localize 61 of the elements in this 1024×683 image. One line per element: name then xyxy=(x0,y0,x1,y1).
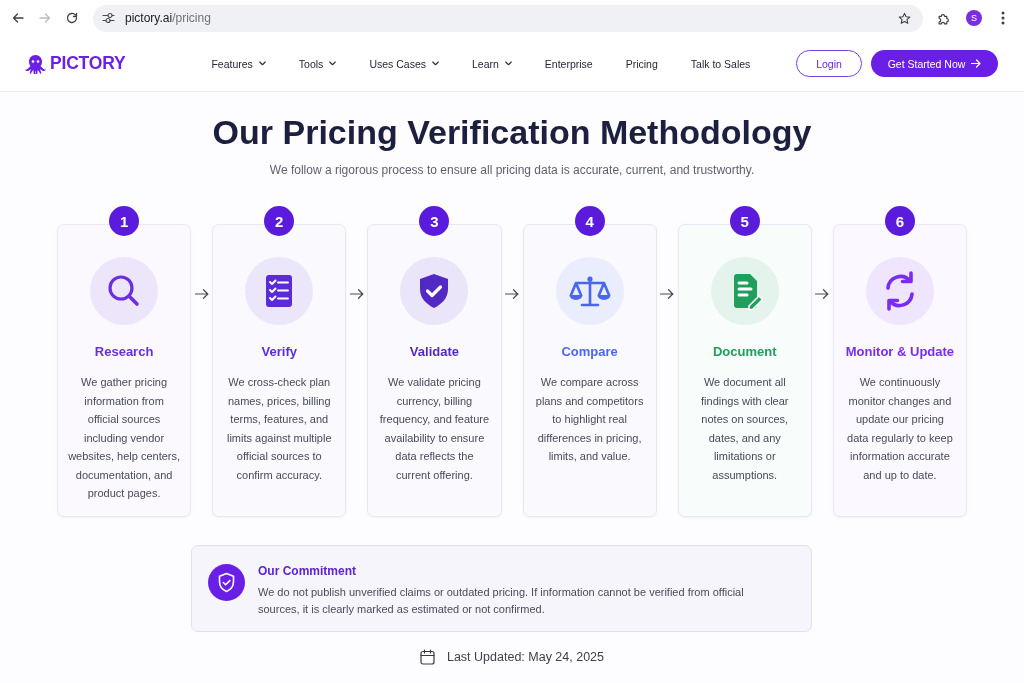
step-description: We continuously monitor changes and update our pricing data regularly to keep information accurate and up to date. xyxy=(846,375,954,483)
shield-check-icon xyxy=(208,564,245,601)
arrow-right-icon xyxy=(349,289,364,299)
login-button[interactable]: Login xyxy=(796,50,862,77)
page-subtitle: We follow a rigorous process to ensure all pricing data is accurate, current, and trustworthy. xyxy=(269,162,755,179)
nav-link[interactable]: Talk to Sales xyxy=(690,57,751,70)
step-number-badge: 6 xyxy=(884,206,915,236)
nav-link[interactable]: Uses Cases xyxy=(369,57,439,70)
step-description: We compare across plans and competitors to highlight real differences in pricing, limits, and value. xyxy=(534,375,645,464)
sync-arrows-icon xyxy=(865,257,934,325)
arrow-right-icon xyxy=(194,289,209,299)
commitment-title: Our Commitment xyxy=(258,563,357,579)
step-number-badge: 2 xyxy=(264,206,295,236)
address-bar[interactable]: pictory.ai/pricing xyxy=(93,4,923,32)
step-description: We gather pricing information from official sources including vendor websites, help centers, documentation, and product pages. xyxy=(68,375,181,501)
step-description: We cross-check plan names, prices, billing terms, features, and limits against multiple official sources to confirm accuracy. xyxy=(226,375,333,483)
nav-link[interactable]: Tools xyxy=(298,57,337,70)
chevron-down-icon xyxy=(329,61,337,66)
logo-text[interactable]: PICTORY xyxy=(50,53,126,74)
nav-link[interactable]: Pricing xyxy=(625,57,658,70)
reload-icon[interactable] xyxy=(66,12,78,24)
get-started-button[interactable]: Get Started Now xyxy=(871,50,998,77)
step-title: Compare xyxy=(561,343,618,361)
step-number-badge: 3 xyxy=(419,206,450,236)
step-title: Document xyxy=(713,343,777,361)
arrow-right-icon xyxy=(505,289,519,299)
commitment-text: We do not publish unverified claims or outdated pricing. If information cannot be verified from official sources, it is clearly marked as estimated or not confirmed. xyxy=(258,585,745,617)
nav-link[interactable]: Enterprise xyxy=(544,57,593,70)
step-title: Verify xyxy=(261,343,297,361)
calendar-icon xyxy=(419,649,435,665)
checklist-icon xyxy=(245,257,314,325)
step-number-badge: 1 xyxy=(109,206,140,236)
page-title: Our Pricing Verification Methodology xyxy=(212,112,812,152)
step-title: Validate xyxy=(409,343,459,361)
step-description: We document all findings with clear notes on sources, dates, and any limitations or assumptions. xyxy=(700,375,790,483)
back-arrow-icon[interactable] xyxy=(12,12,24,24)
puzzle-icon[interactable] xyxy=(937,11,950,25)
url-text: pictory.ai/pricing xyxy=(125,11,212,25)
profile-avatar[interactable]: S xyxy=(966,10,982,26)
chevron-down-icon xyxy=(504,61,512,66)
shield-check-icon xyxy=(400,257,469,325)
octopus-icon[interactable] xyxy=(25,53,46,74)
nav-link[interactable]: Learn xyxy=(472,57,512,70)
step-number-badge: 4 xyxy=(574,206,605,236)
menu-icon[interactable] xyxy=(1001,11,1005,25)
search-icon xyxy=(90,257,159,325)
site-settings-icon[interactable] xyxy=(102,12,115,24)
scales-icon xyxy=(555,257,624,325)
arrow-right-icon xyxy=(660,289,675,299)
step-description: We validate pricing currency, billing frequency, and feature availability to ensure data reflects the current offering. xyxy=(378,375,491,483)
nav-link[interactable]: Features xyxy=(211,57,266,70)
last-updated-text: Last Updated: May 24, 2025 xyxy=(446,649,605,666)
arrow-right-icon xyxy=(815,289,830,299)
chevron-down-icon xyxy=(432,61,439,66)
star-icon[interactable] xyxy=(898,11,911,25)
document-pencil-icon xyxy=(710,257,779,325)
chevron-down-icon xyxy=(258,61,266,66)
step-title: Research xyxy=(94,343,154,361)
step-title: Monitor & Update xyxy=(845,343,955,361)
arrow-right-icon xyxy=(971,59,982,68)
step-number-badge: 5 xyxy=(729,206,760,236)
